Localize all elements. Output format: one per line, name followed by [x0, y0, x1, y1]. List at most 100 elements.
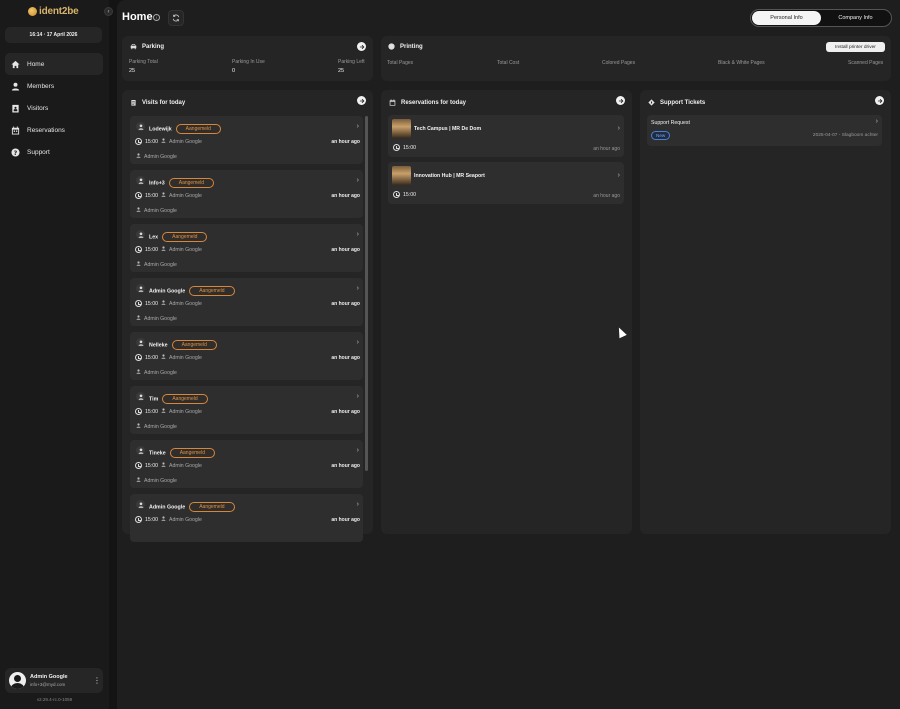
visits-title: Visits for today: [142, 99, 186, 106]
status-badge: Aangemeld: [189, 286, 235, 296]
visitor-name: Tineke Aangemeld: [149, 448, 215, 458]
support-open-button[interactable]: [875, 96, 884, 105]
sidebar-item-home[interactable]: Home: [5, 53, 103, 75]
person-icon: [136, 446, 145, 455]
visit-creator: Admin Google: [136, 261, 177, 268]
status-badge: Aangemeld: [169, 448, 215, 458]
parking-in-use-label: Parking In Use: [232, 59, 265, 65]
visits-open-button[interactable]: [357, 96, 366, 105]
svg-text:?: ?: [14, 149, 18, 156]
info-icon[interactable]: i: [153, 14, 160, 21]
clock-icon: [135, 462, 142, 469]
reservation-ago: an hour ago: [593, 193, 620, 199]
visit-card[interactable]: Admin Google Aangemeld › 15:00 Admin Google a…: [130, 278, 363, 326]
visit-creator-name: Admin Google: [144, 477, 177, 484]
visit-host: Admin Google: [168, 300, 202, 307]
visit-creator: Admin Google: [136, 423, 177, 430]
install-printer-driver-button[interactable]: Install printer driver: [826, 42, 885, 52]
person-icon: [136, 315, 141, 322]
reservations-open-button[interactable]: [616, 96, 625, 105]
room-name: Tech Campus | MR De Dom: [414, 126, 482, 132]
visits-panel-title: Visits for today: [130, 99, 185, 106]
sidebar-item-label: Reservations: [27, 126, 65, 134]
parking-total-value: 25: [129, 68, 136, 74]
person-icon: [136, 477, 141, 484]
reservation-card[interactable]: Tech Campus | MR De Dom › 15:00 an hour ago: [388, 115, 624, 157]
visit-card[interactable]: Tineke Aangemeld › 15:00 Admin Google an hour…: [130, 440, 363, 488]
room-thumbnail: [392, 166, 411, 185]
clock-icon: [135, 408, 142, 415]
visit-ago: an hour ago: [331, 463, 360, 469]
status-badge: Aangemeld: [162, 394, 208, 404]
reservation-time: 15:00: [403, 144, 416, 151]
visit-details: 15:00 Admin Google: [135, 408, 202, 415]
reservation-details: 15:00: [393, 191, 416, 198]
user-email: info+3@myd.com: [30, 682, 66, 687]
toggle-company-info[interactable]: Company Info: [821, 11, 890, 25]
visit-card[interactable]: Nelleke Aangemeld › 15:00 Admin Google an hou…: [130, 332, 363, 380]
visit-card[interactable]: Info+3 Aangemeld › 15:00 Admin Google an hour…: [130, 170, 363, 218]
reservation-card[interactable]: Innovation Hub | MR Seaport › 15:00 an hour…: [388, 162, 624, 204]
chevron-right-icon: ›: [356, 123, 359, 130]
visit-details: 15:00 Admin Google: [135, 246, 202, 253]
visit-ago: an hour ago: [331, 517, 360, 523]
info-toggle: Personal Info Company Info: [750, 9, 892, 27]
visit-details: 15:00 Admin Google: [135, 300, 202, 307]
parking-open-button[interactable]: [357, 42, 366, 51]
visit-creator-name: Admin Google: [144, 423, 177, 430]
chevron-right-icon: ›: [617, 125, 620, 132]
person-icon: [136, 423, 141, 430]
visit-ago: an hour ago: [331, 355, 360, 361]
visit-creator: Admin Google: [136, 153, 177, 160]
parking-panel-title: Parking: [130, 43, 164, 50]
person-icon: [161, 300, 166, 307]
person-icon: [161, 354, 166, 361]
person-icon: [161, 462, 166, 469]
sidebar-item-label: Members: [27, 82, 55, 90]
status-badge: Aangemeld: [175, 124, 221, 134]
logo-mark-icon: [28, 6, 37, 16]
visit-time: 15:00: [145, 192, 158, 199]
visit-card[interactable]: Lex Aangemeld › 15:00 Admin Google an hour ag…: [130, 224, 363, 272]
page-title: Home: [122, 11, 153, 23]
ticket-card[interactable]: Support Request › New 2025-04-07 - Slagb…: [647, 115, 882, 146]
clock-icon: [393, 191, 400, 198]
visit-ago: an hour ago: [331, 247, 360, 253]
visit-time: 15:00: [145, 138, 158, 145]
app-logo[interactable]: ident2be: [28, 5, 79, 17]
person-icon: [161, 516, 166, 523]
person-icon: [136, 338, 145, 347]
calendar-icon: [11, 125, 20, 135]
sidebar-item-reservations[interactable]: Reservations: [5, 119, 103, 141]
user-card[interactable]: Admin Google info+3@myd.com ⋮: [5, 668, 103, 693]
sidebar-item-label: Home: [27, 60, 45, 68]
refresh-button[interactable]: [168, 10, 184, 26]
visitor-name-text: Admin Google: [149, 288, 186, 295]
visit-card[interactable]: Lodewijk Aangemeld › 15:00 Admin Google an ho…: [130, 116, 363, 164]
chevron-right-icon: ›: [356, 501, 359, 508]
person-icon: [136, 153, 141, 160]
printing-title: Printing: [400, 43, 423, 50]
visitor-name-text: Nelleke: [149, 342, 168, 349]
chevron-right-icon: ›: [356, 393, 359, 400]
visits-scrollbar[interactable]: [365, 116, 368, 471]
chevron-right-icon: ›: [617, 172, 620, 179]
collapse-sidebar-button[interactable]: ‹: [104, 7, 113, 16]
visitor-name: Admin Google Aangemeld: [149, 286, 235, 296]
chevron-right-icon: ›: [356, 231, 359, 238]
sidebar-item-visitors[interactable]: Visitors: [5, 97, 103, 119]
bw-pages-label: Black & White Pages: [718, 60, 765, 66]
more-menu-icon[interactable]: ⋮: [93, 676, 101, 685]
toggle-personal-info[interactable]: Personal Info: [752, 11, 821, 25]
visit-time: 15:00: [145, 354, 158, 361]
sidebar-nav: Home Members Visitors Reservations ? Sup…: [5, 53, 103, 163]
sidebar-item-members[interactable]: Members: [5, 75, 103, 97]
visit-card[interactable]: Tim Aangemeld › 15:00 Admin Google an hour ag…: [130, 386, 363, 434]
home-icon: [11, 60, 20, 69]
car-icon: [130, 44, 137, 50]
visit-host: Admin Google: [168, 408, 202, 415]
total-pages-label: Total Pages: [387, 60, 414, 66]
visit-card[interactable]: Admin Google Aangemeld › 15:00 Admin Google a…: [130, 494, 363, 542]
sidebar-item-support[interactable]: ? Support: [5, 141, 103, 163]
person-icon: [136, 500, 145, 509]
